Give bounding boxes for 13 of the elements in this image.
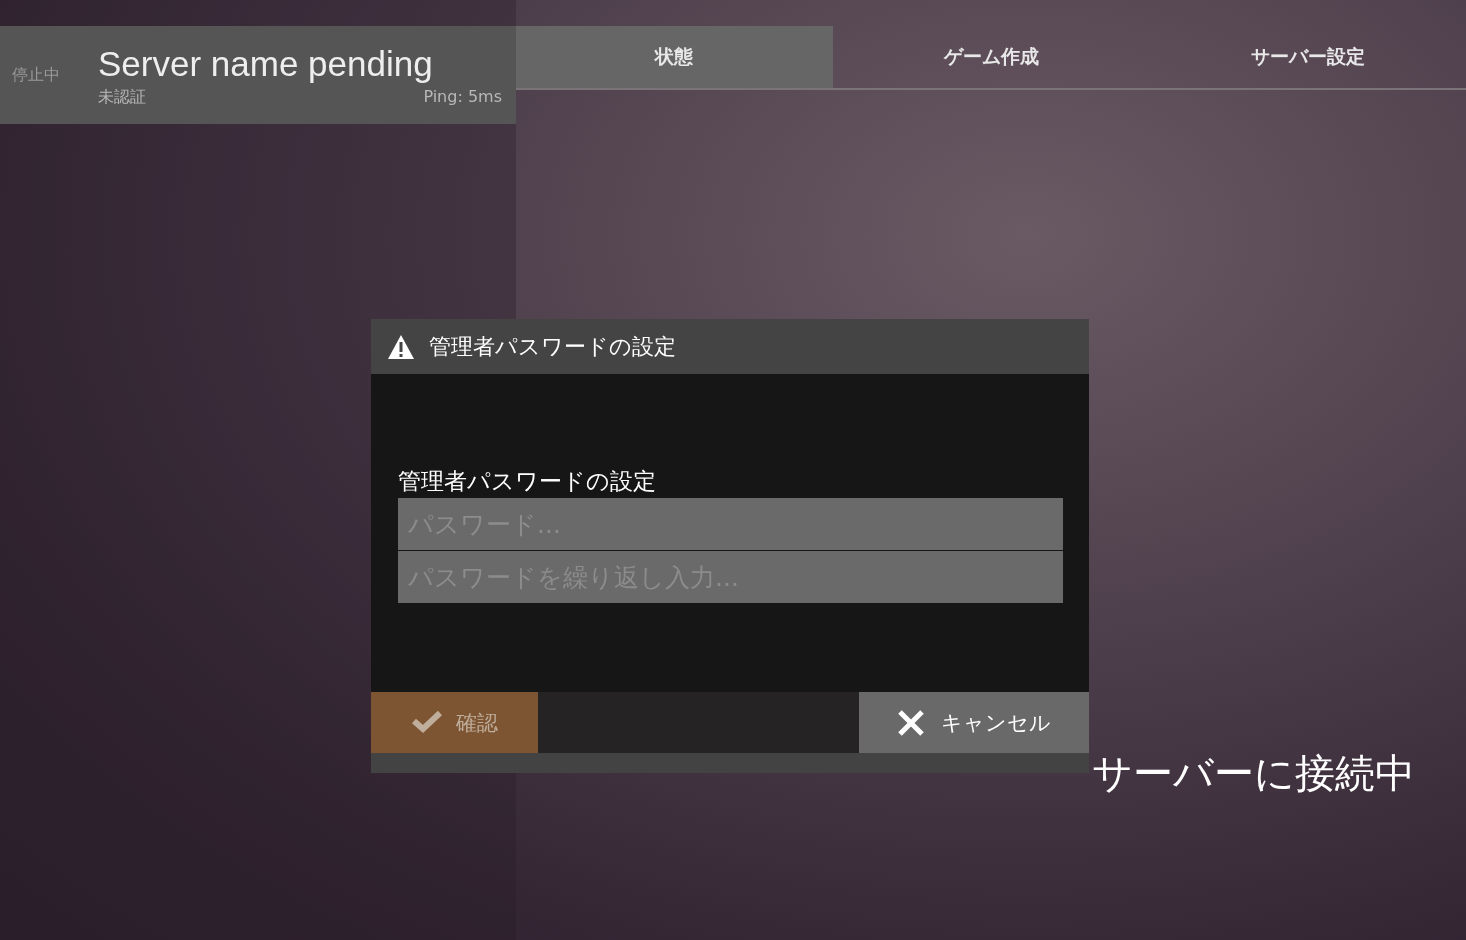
close-icon bbox=[897, 708, 927, 737]
dialog-title: 管理者パスワードの設定 bbox=[429, 332, 676, 361]
tab[interactable]: 状態 bbox=[516, 26, 833, 88]
field-label: 管理者パスワードの設定 bbox=[398, 467, 657, 496]
tab[interactable]: サーバー設定 bbox=[1149, 26, 1466, 88]
connection-status: サーバーに接続中 bbox=[1092, 749, 1415, 798]
ping-text: Ping: 5ms bbox=[423, 86, 502, 108]
warning-icon bbox=[387, 333, 415, 360]
server-name: Server name pending bbox=[98, 42, 434, 85]
cancel-button[interactable]: キャンセル bbox=[859, 692, 1089, 753]
server-status: 停止中 bbox=[12, 64, 61, 86]
tab[interactable]: ゲーム作成 bbox=[832, 26, 1150, 88]
auth-status: 未認証 bbox=[98, 86, 146, 108]
